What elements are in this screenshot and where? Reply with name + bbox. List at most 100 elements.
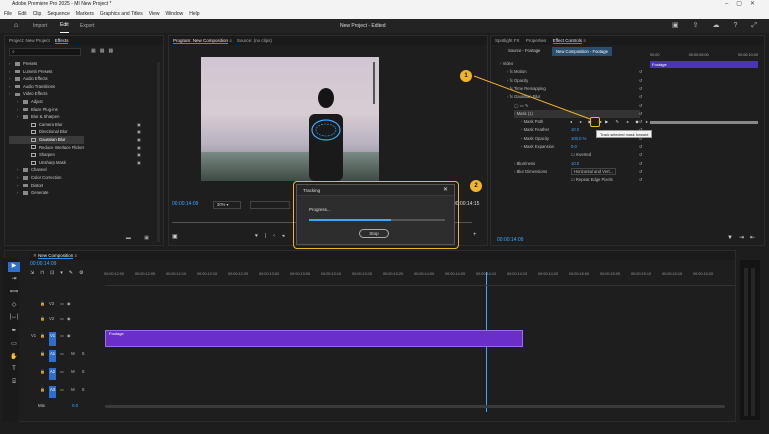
marker-icon[interactable]: ▣ xyxy=(172,233,178,240)
track-label[interactable]: A2 xyxy=(49,368,57,380)
slip-icon[interactable]: |↔| xyxy=(8,314,20,324)
menu-graphics[interactable]: Graphics and Titles xyxy=(100,9,143,19)
effects-tree-item[interactable]: › Presets xyxy=(9,60,84,68)
track-label[interactable]: V3 xyxy=(49,300,54,308)
menu-edit[interactable]: Edit xyxy=(18,9,27,19)
mute-button[interactable]: M xyxy=(71,351,78,356)
menu-markers[interactable]: Markers xyxy=(76,9,94,19)
reset-icon[interactable]: ↺ xyxy=(639,176,643,184)
ripple-edit-icon[interactable]: ⟺ xyxy=(8,288,20,298)
ec-row[interactable]: › Blurriness xyxy=(514,160,535,168)
effects-tree-item[interactable]: Gaussian Blur ▣ xyxy=(9,135,141,144)
lock-icon[interactable]: 🔒 xyxy=(40,332,45,340)
track-label[interactable]: A3 xyxy=(49,386,57,398)
caption-icon[interactable]: ⌸ xyxy=(8,379,20,389)
footage-clip[interactable]: Footage xyxy=(105,330,523,347)
ec-row[interactable]: › Mask Feather xyxy=(521,126,549,134)
mute-solo-controls[interactable]: ▭ M S xyxy=(60,368,88,376)
effects-tree-item[interactable]: › Color Correction xyxy=(9,174,84,182)
reset-icon[interactable]: ↺ xyxy=(639,143,643,151)
tab-spotlight[interactable]: Spotlight FX xyxy=(495,38,520,43)
effects-search-input[interactable]: ⌕ xyxy=(9,48,81,56)
ec-row-value[interactable]: 10.0 xyxy=(571,160,579,168)
timeline-hscroll[interactable] xyxy=(105,405,725,408)
window-controls[interactable]: –▢✕ xyxy=(725,0,763,9)
ec-row-value[interactable]: 0.0 xyxy=(571,143,577,151)
effects-tree-item[interactable]: › Audio Transitions xyxy=(9,83,84,91)
blur-dimensions-select[interactable]: Horizontal and Vert... xyxy=(571,167,617,175)
stop-button[interactable]: Stop xyxy=(359,229,389,238)
menu-clip[interactable]: Clip xyxy=(33,9,42,19)
effects-footer-icons[interactable]: ▬ ▣ xyxy=(126,235,155,241)
reset-icon[interactable]: ↺ xyxy=(639,85,643,93)
solo-button[interactable]: S xyxy=(82,387,88,392)
effects-tree-item[interactable]: Unsharp Mask ▣ xyxy=(9,159,141,167)
effects-tree-item[interactable]: › Video Effects xyxy=(9,90,84,98)
effects-tree-item[interactable]: › Blaze Plug-ins xyxy=(9,106,84,114)
effects-tree-item[interactable]: › Channel xyxy=(9,166,84,174)
solo-button[interactable]: S xyxy=(82,351,88,356)
lock-icon[interactable]: 🔒 xyxy=(40,315,45,323)
effects-tree-item[interactable]: › Adjust xyxy=(9,98,84,106)
tab-effects[interactable]: Effects xyxy=(54,38,69,44)
tab-sequence[interactable]: New Composition xyxy=(38,253,74,259)
video-frame[interactable] xyxy=(201,57,379,181)
ec-row-value[interactable]: 100.0 % xyxy=(571,135,586,143)
effects-tree-item[interactable]: › Blur & Sharpen xyxy=(9,113,84,121)
lock-icon[interactable]: 🔒 xyxy=(40,300,45,308)
close-icon[interactable]: ✕ xyxy=(443,185,448,196)
solo-button[interactable]: S xyxy=(82,369,88,374)
reset-icon[interactable]: ↺ xyxy=(639,118,643,126)
zoom-select[interactable]: 30% ▾ xyxy=(213,201,241,209)
mute-button[interactable]: M xyxy=(71,369,78,374)
ec-row[interactable]: › Video xyxy=(500,60,513,68)
selection-tool-icon[interactable]: ▶ xyxy=(8,262,20,272)
tab-source[interactable]: Source: (no clips) xyxy=(237,38,272,43)
pen-icon[interactable]: ✒ xyxy=(8,327,20,337)
menu-window[interactable]: Window xyxy=(165,9,183,19)
effects-tree-item[interactable]: › Generate xyxy=(9,189,84,197)
reset-icon[interactable]: ↺ xyxy=(639,160,643,168)
ec-checkbox[interactable]: ☐ Inverted xyxy=(571,151,591,159)
mix-value[interactable]: 0.0 xyxy=(72,403,78,408)
tab-export[interactable]: Export xyxy=(80,19,94,33)
add-button-icon[interactable]: + xyxy=(473,232,477,238)
transport-controls[interactable]: ♥|‹◂ xyxy=(255,233,291,239)
track-select-icon[interactable]: ⇥ xyxy=(8,275,20,285)
ec-filter-icons[interactable]: ▼⇥⇤ xyxy=(727,234,761,241)
lock-icon[interactable]: 🔒 xyxy=(40,368,45,376)
effects-tree-item[interactable]: Camera Blur ▣ xyxy=(9,121,141,129)
home-icon[interactable]: ⌂ xyxy=(14,19,18,33)
lock-icon[interactable]: 🔒 xyxy=(40,350,45,358)
toggle-output-icon[interactable]: ▭◉ xyxy=(60,315,74,323)
track-label[interactable]: A1 xyxy=(49,350,57,362)
effects-tree-item[interactable]: › Lumetri Presets xyxy=(9,68,84,76)
menu-sequence[interactable]: Sequence xyxy=(47,9,70,19)
ec-row[interactable]: › Mask Expansion xyxy=(521,143,554,151)
tab-edit[interactable]: Edit xyxy=(60,19,69,33)
reset-icon[interactable]: ↺ xyxy=(639,168,643,176)
effects-filter-icons[interactable]: ▦▦▦ xyxy=(91,48,117,54)
effects-scrollbar[interactable] xyxy=(157,62,160,242)
help-icon[interactable]: ? xyxy=(733,19,737,33)
share-icon[interactable]: ⇪ xyxy=(693,19,699,33)
tab-import[interactable]: Import xyxy=(33,19,47,33)
effects-tree-item[interactable]: Sharpen ▣ xyxy=(9,151,141,159)
ec-row[interactable]: › Blur Dimensions xyxy=(514,168,547,176)
toggle-output-icon[interactable]: ▭◉ xyxy=(60,332,74,340)
timeline-timecode[interactable]: 00:00:14:09 xyxy=(30,261,56,267)
sequence-label[interactable]: New Composition - Footage xyxy=(552,47,612,56)
track-label[interactable]: V1 xyxy=(49,332,57,346)
tab-effect-controls[interactable]: Effect Controls xyxy=(552,38,582,44)
lock-icon[interactable]: 🔒 xyxy=(40,386,45,394)
effects-tree-item[interactable]: Reduce Interlace Flicker ▣ xyxy=(9,144,141,152)
ec-checkbox[interactable]: ☐ Repeat Edge Pixels xyxy=(571,176,613,184)
ec-row-value[interactable]: 10.0 xyxy=(571,126,579,134)
mute-solo-controls[interactable]: ▭ M S xyxy=(60,386,88,394)
cloud-icon[interactable]: ☁ xyxy=(712,19,719,33)
effects-tree-item[interactable]: Directional Blur ▣ xyxy=(9,128,141,136)
timeline-ruler[interactable]: 00:00:12:00 00:00:12:05 00:00:12:10 00:00:1… xyxy=(104,272,736,280)
source-patch-label[interactable]: V1 xyxy=(31,332,36,340)
expand-icon[interactable]: ⤢ xyxy=(751,19,757,33)
reset-icon[interactable]: ↺ xyxy=(639,93,643,101)
